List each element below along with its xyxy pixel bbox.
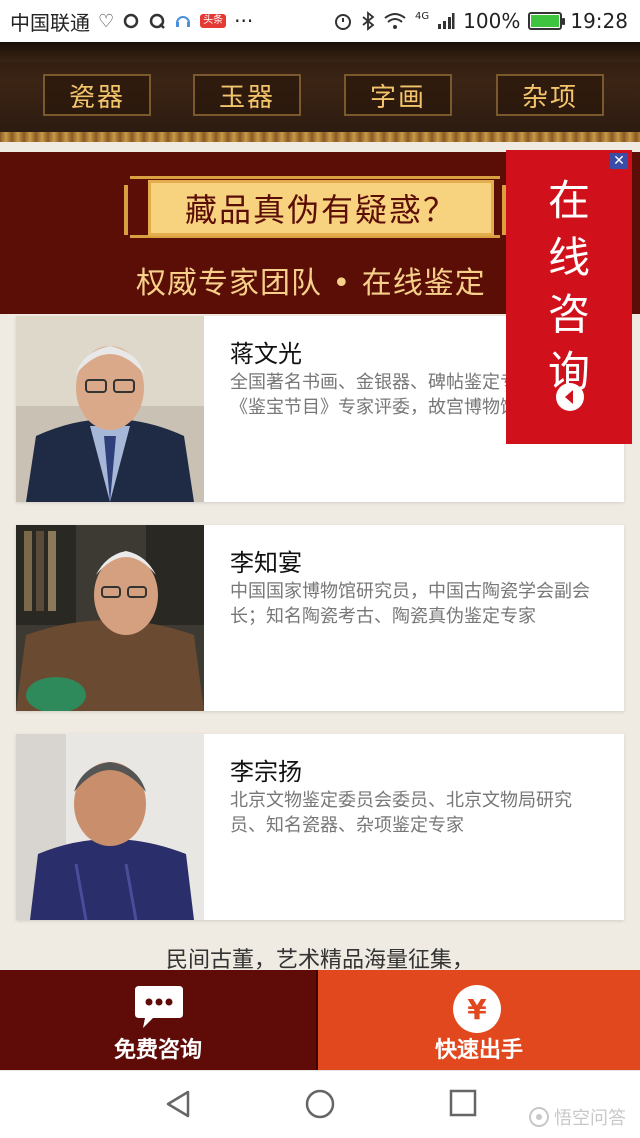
category-jade-button[interactable]: 玉器 xyxy=(193,74,301,116)
expert-card[interactable]: 李知宴 中国国家博物馆研究员，中国古陶瓷学会副会长；知名陶瓷考古、陶瓷真伪鉴定专… xyxy=(16,525,624,711)
bottom-action-bar: 免费咨询 ¥ 快速出手 xyxy=(0,970,640,1070)
signal-icon xyxy=(438,13,455,29)
battery-level xyxy=(531,15,560,27)
battery-percent: 100% xyxy=(463,9,521,33)
bluetooth-icon xyxy=(362,11,375,31)
expert-photo xyxy=(16,734,204,920)
status-bar-left: 中国联通 ♡ 头条 ··· xyxy=(10,7,253,36)
q-app-icon xyxy=(149,13,166,29)
collapse-arrow-icon[interactable] xyxy=(555,382,585,412)
expert-name: 李宗扬 xyxy=(230,758,302,786)
category-porcelain-button[interactable]: 瓷器 xyxy=(43,74,151,116)
expert-name: 李知宴 xyxy=(230,549,302,577)
online-consult-char: 咨 xyxy=(547,290,590,339)
status-bar: 中国联通 ♡ 头条 ··· 4G 100% 19:28 xyxy=(0,0,640,42)
online-consult-char: 线 xyxy=(547,233,590,282)
back-icon[interactable] xyxy=(164,1089,192,1119)
expert-description: 北京文物鉴定委员会委员、北京文物局研究员、知名瓷器、杂项鉴定专家 xyxy=(230,790,572,836)
more-notifications-icon: ··· xyxy=(234,9,254,33)
wood-trim xyxy=(0,132,640,142)
close-icon[interactable]: ✕ xyxy=(610,153,628,169)
category-painting-button[interactable]: 字画 xyxy=(344,74,452,116)
free-consult-label: 免费咨询 xyxy=(113,1038,202,1063)
watermark: 悟空问答 xyxy=(528,1104,626,1130)
expert-photo xyxy=(16,316,204,502)
loop-app-icon xyxy=(123,13,139,29)
expert-photo xyxy=(16,525,204,711)
clock: 19:28 xyxy=(570,9,628,33)
expert-name: 蒋文光 xyxy=(230,340,302,368)
free-consult-button[interactable]: 免费咨询 xyxy=(0,970,318,1070)
battery-icon xyxy=(528,12,566,30)
home-icon[interactable] xyxy=(305,1089,335,1119)
watermark-text: 悟空问答 xyxy=(554,1108,626,1129)
quick-sell-button[interactable]: ¥ 快速出手 xyxy=(318,970,640,1070)
wifi-icon xyxy=(384,13,406,29)
online-consult-float[interactable]: ✕ 在线咨询 xyxy=(506,150,632,444)
yuan-coin-icon: ¥ xyxy=(453,985,501,1033)
category-misc-button[interactable]: 杂项 xyxy=(496,74,604,116)
system-nav-bar: 悟空问答 xyxy=(0,1070,640,1138)
news-badge: 头条 xyxy=(200,14,227,28)
quick-sell-label: 快速出手 xyxy=(434,1038,523,1063)
expert-card[interactable]: 李宗扬 北京文物鉴定委员会委员、北京文物局研究员、知名瓷器、杂项鉴定专家 xyxy=(16,734,624,920)
yuan-symbol: ¥ xyxy=(467,993,487,1026)
carrier-label: 中国联通 xyxy=(10,10,90,35)
expert-description: 中国国家博物馆研究员，中国古陶瓷学会副会长；知名陶瓷考古、陶瓷真伪鉴定专家 xyxy=(230,581,590,627)
category-nav: 瓷器 玉器 字画 杂项 xyxy=(0,42,640,142)
heart-rate-icon: ♡ xyxy=(98,10,115,32)
online-consult-label: 在线咨询 xyxy=(506,172,632,400)
headset-icon xyxy=(176,16,191,27)
status-bar-right: 4G 100% 19:28 xyxy=(333,9,628,33)
banner-title: 藏品真伪有疑惑？ xyxy=(148,180,494,236)
alarm-icon xyxy=(335,14,352,30)
recents-icon[interactable] xyxy=(449,1089,477,1117)
wukong-logo-icon xyxy=(529,1107,549,1127)
network-type: 4G xyxy=(415,11,430,22)
chat-bubble-icon xyxy=(135,986,183,1028)
online-consult-char: 在 xyxy=(547,176,590,225)
